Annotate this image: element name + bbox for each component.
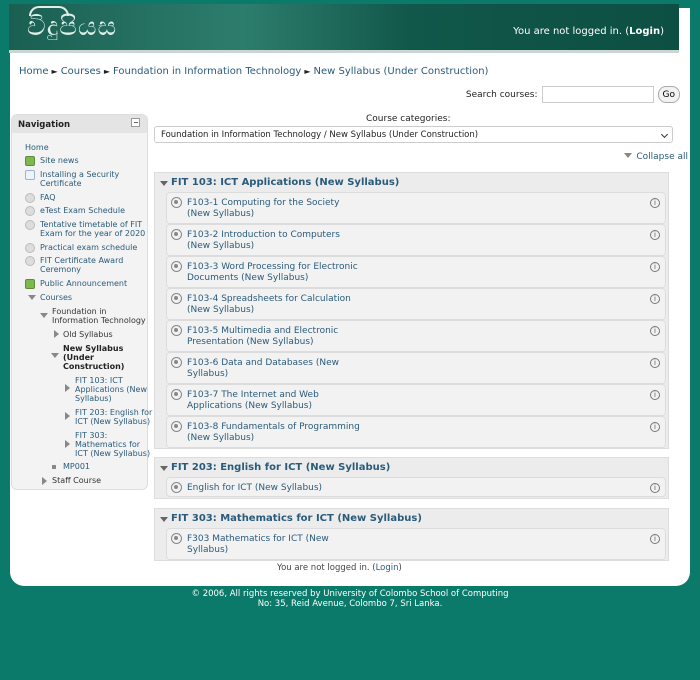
minimize-icon[interactable] — [131, 118, 140, 127]
nav-fit-category[interactable]: Foundation in Information Technology — [52, 307, 148, 325]
course-item[interactable]: English for ICT (New Syllabus) i — [166, 477, 666, 497]
course-item[interactable]: F103-6 Data and Databases (New Syllabus) i — [166, 352, 666, 384]
resource-icon — [25, 256, 35, 266]
nav-staff-course[interactable]: Staff Course — [52, 476, 101, 485]
expanded-icon — [160, 517, 168, 522]
nav-new-syllabus[interactable]: New Syllabus (Under Construction) — [63, 344, 133, 371]
course-item[interactable]: F103-7 The Internet and Web Applications … — [166, 384, 666, 416]
course-item[interactable]: F103-3 Word Processing for Electronic Doc… — [166, 256, 666, 288]
nav-fit303[interactable]: FIT 303: Mathematics for ICT (New Syllab… — [75, 431, 151, 458]
collapsed-icon[interactable] — [54, 330, 59, 338]
course-icon — [171, 197, 182, 208]
breadcrumb-home[interactable]: Home — [19, 66, 49, 77]
info-icon[interactable]: i — [650, 422, 660, 432]
section-title[interactable]: FIT 303: Mathematics for ICT (New Syllab… — [155, 509, 668, 528]
search-go-button[interactable]: Go — [657, 86, 680, 103]
search-label: Search courses: — [465, 89, 538, 100]
course-icon — [171, 357, 182, 368]
course-icon — [171, 482, 182, 493]
expanded-icon — [160, 466, 168, 471]
nav-home[interactable]: Home — [25, 143, 49, 152]
course-item[interactable]: F103-2 Introduction to Computers (New Syl… — [166, 224, 666, 256]
nav-old-syllabus[interactable]: Old Syllabus — [63, 330, 113, 339]
collapsed-icon[interactable] — [65, 412, 70, 420]
course-icon — [171, 325, 182, 336]
collapsed-icon[interactable] — [65, 440, 70, 448]
resource-icon — [25, 243, 35, 253]
resource-icon — [25, 206, 35, 216]
course-item[interactable]: F103-4 Spreadsheets for Calculation (New … — [166, 288, 666, 320]
resource-icon — [25, 193, 35, 203]
info-icon[interactable]: i — [650, 230, 660, 240]
info-icon[interactable]: i — [650, 198, 660, 208]
section-fit203: FIT 203: English for ICT (New Syllabus) … — [154, 457, 669, 499]
section-title[interactable]: FIT 103: ICT Applications (New Syllabus) — [155, 173, 668, 192]
info-icon[interactable]: i — [650, 326, 660, 336]
collapse-icon — [624, 153, 633, 158]
nav-fit203[interactable]: FIT 203: English for ICT (New Syllabus) — [75, 408, 155, 426]
nav-fit103[interactable]: FIT 103: ICT Applications (New Syllabus) — [75, 376, 149, 403]
nav-mp001[interactable]: MP001 — [63, 462, 90, 471]
nav-courses[interactable]: Courses — [40, 293, 72, 302]
breadcrumb: Home ► Courses ► Foundation in Information T… — [19, 66, 489, 77]
nav-security-certificate[interactable]: Installing a Security Certificate — [25, 170, 140, 188]
nav-faq[interactable]: FAQ — [25, 193, 56, 203]
info-icon[interactable]: i — [650, 390, 660, 400]
course-icon — [171, 533, 182, 544]
categories-select[interactable]: Foundation in Information Technology / N… — [154, 126, 673, 143]
nav-practical-exam[interactable]: Practical exam schedule — [25, 243, 137, 253]
navigation-header: Navigation — [12, 115, 147, 133]
categories-label: Course categories: — [366, 114, 451, 124]
nav-site-news[interactable]: Site news — [25, 156, 79, 166]
course-icon — [171, 389, 182, 400]
resource-icon — [25, 220, 35, 230]
expanded-icon[interactable] — [40, 313, 48, 318]
collapse-all-link[interactable]: Collapse all — [624, 152, 688, 162]
info-icon[interactable]: i — [650, 483, 660, 493]
collapsed-icon[interactable] — [65, 384, 70, 392]
breadcrumb-fit[interactable]: Foundation in Information Technology — [113, 66, 301, 77]
forum-icon — [25, 279, 35, 289]
collapsed-icon[interactable] — [42, 477, 47, 485]
copyright: © 2006, All rights reserved by Universit… — [191, 589, 509, 609]
course-icon — [171, 421, 182, 432]
nav-public-announcement[interactable]: Public Announcement — [25, 279, 127, 289]
footer-login-status: You are not logged in. (Login) — [277, 563, 402, 573]
course-item[interactable]: F103-8 Fundamentals of Programming (New S… — [166, 416, 666, 448]
course-icon — [171, 261, 182, 272]
section-title[interactable]: FIT 203: English for ICT (New Syllabus) — [155, 458, 668, 477]
header-login-status: You are not logged in. (Login) — [513, 26, 664, 37]
info-icon[interactable]: i — [650, 358, 660, 368]
nav-etest-schedule[interactable]: eTest Exam Schedule — [25, 206, 125, 216]
footer-login-link[interactable]: Login — [376, 563, 399, 573]
breadcrumb-new-syllabus[interactable]: New Syllabus (Under Construction) — [314, 66, 489, 77]
info-icon[interactable]: i — [650, 534, 660, 544]
site-logo[interactable]: විදුපියස — [27, 6, 137, 46]
course-item[interactable]: F103-5 Multimedia and Electronic Presenta… — [166, 320, 666, 352]
info-icon[interactable]: i — [650, 294, 660, 304]
bullet-icon — [52, 465, 56, 469]
section-fit103: FIT 103: ICT Applications (New Syllabus)… — [154, 172, 669, 449]
breadcrumb-courses[interactable]: Courses — [61, 66, 101, 77]
header-login-link[interactable]: Login — [629, 26, 660, 37]
page-icon — [25, 170, 35, 180]
course-item[interactable]: F103-1 Computing for the Society (New Syl… — [166, 192, 666, 224]
search-input[interactable] — [541, 86, 654, 103]
nav-tentative-timetable[interactable]: Tentative timetable of FIT Exam for the … — [25, 220, 148, 238]
info-icon[interactable]: i — [650, 262, 660, 272]
expanded-icon[interactable] — [51, 353, 59, 358]
course-item[interactable]: F303 Mathematics for ICT (New Syllabus) i — [166, 528, 666, 560]
course-icon — [171, 293, 182, 304]
course-icon — [171, 229, 182, 240]
course-search: Search courses: Go — [466, 86, 680, 103]
site-header: විදුපියස You are not logged in. (Login) — [9, 4, 679, 53]
nav-award-ceremony[interactable]: FIT Certificate Award Ceremony — [25, 256, 140, 274]
forum-icon — [25, 156, 35, 166]
expanded-icon[interactable] — [28, 295, 36, 300]
expanded-icon — [160, 181, 168, 186]
section-fit303: FIT 303: Mathematics for ICT (New Syllab… — [154, 508, 669, 561]
